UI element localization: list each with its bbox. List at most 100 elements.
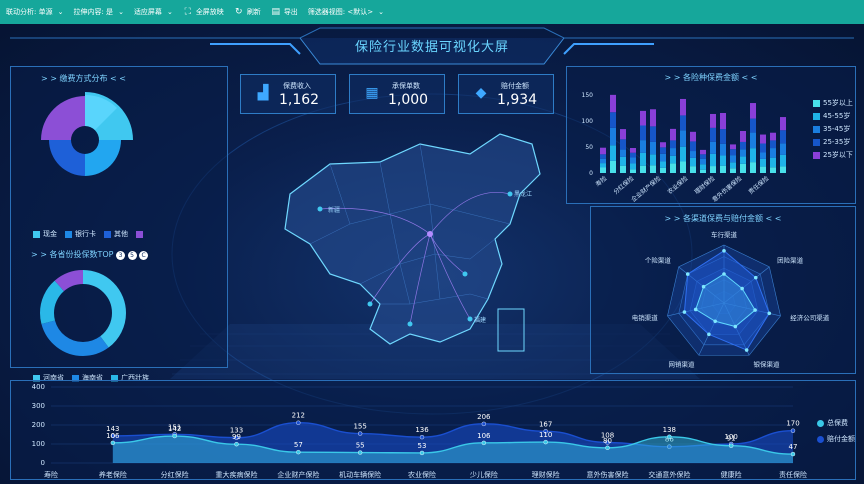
bar-segment: [720, 165, 726, 173]
x-tick-label: 意外伤害保险: [711, 174, 744, 203]
bar-segment: [750, 132, 756, 149]
bar-chart-icon: ▟: [257, 85, 269, 101]
toolbar-export-button[interactable]: ▤ 导出: [271, 7, 298, 17]
data-label: 106: [106, 432, 120, 440]
bar-segment: [710, 113, 716, 128]
data-label: 55: [356, 442, 365, 450]
data-point: [419, 434, 425, 440]
bar-segment: [620, 129, 626, 140]
bar-segment: [610, 127, 616, 146]
legend-item: 45-55岁: [813, 110, 853, 123]
bottom-panel: 0 100 200 300 400 寿险 养老保险 分红保险 重大疾病保险 企业财产保险 机动车辆保…: [10, 380, 856, 480]
bar-segment: [740, 149, 746, 157]
kpi-value: 1,162: [279, 92, 320, 108]
toolbar-refresh-button[interactable]: ↻ 刷新: [234, 7, 261, 17]
x-tick-label: 少儿保险: [470, 470, 498, 479]
bar-segment: [640, 110, 646, 126]
data-label: 170: [786, 420, 799, 428]
radar-point: [767, 311, 772, 316]
bar-segment: [700, 169, 706, 173]
toolbar-linkage-label: 联动分析: 单源: [6, 8, 53, 16]
y-tick-label: 200: [32, 421, 45, 429]
dashboard-stage: 保险行业数据可视化大屏 ▟ 保费收入 1,162 ▦ 承保单数 1,000 ◆ …: [0, 24, 864, 484]
export-icon: ▤: [271, 7, 281, 17]
map-label: 黑龙江: [514, 190, 532, 198]
radar-point: [753, 308, 757, 312]
radar-point: [713, 319, 717, 324]
bar-segment: [680, 146, 686, 162]
rank-badge-2[interactable]: 5: [127, 251, 137, 260]
data-label: 142: [168, 425, 181, 433]
data-point: [790, 451, 796, 457]
toolbar-fit-select[interactable]: 适应屏幕 ⌄: [134, 7, 173, 17]
radar-point: [740, 286, 744, 291]
bar-segment: [610, 94, 616, 113]
bar-segment: [730, 155, 736, 163]
bar-segment: [660, 161, 666, 168]
bar-segment: [770, 167, 776, 173]
y-tick-label: 150: [582, 92, 594, 99]
data-label: 106: [477, 432, 491, 440]
toolbar-stretch-select[interactable]: 拉伸内容: 是 ⌄: [73, 7, 123, 17]
area-legend: 总保费 赔付金额: [817, 415, 855, 447]
y-tick-label: 50: [585, 144, 593, 151]
bar-segment: [750, 162, 756, 173]
y-tick-label: 400: [32, 383, 45, 391]
payment-slice: [85, 140, 121, 176]
x-tick-label: 机动车辆保险: [339, 470, 381, 479]
radar-point: [722, 249, 726, 253]
bar-segment: [740, 130, 746, 142]
x-tick-label: 企业财产保险: [630, 174, 663, 203]
kpi-value: 1,000: [388, 92, 429, 108]
toolbar-linkage-select[interactable]: 联动分析: 单源 ⌄: [6, 7, 63, 17]
bar-segment: [640, 125, 646, 141]
kpi-premium-income: ▟ 保费收入 1,162: [240, 74, 336, 114]
bar-segment: [730, 144, 736, 150]
bar-segment: [680, 98, 686, 116]
rank-badge-1[interactable]: 3: [116, 251, 126, 260]
bar-segment: [710, 127, 716, 142]
toolbar-fullscreen-button[interactable]: ⛶ 全屏放映: [183, 7, 224, 17]
x-tick-label: 责任保险: [779, 470, 807, 479]
toolbar-filter-view-label: 筛选器视图: <默认>: [307, 8, 374, 16]
toolbar-stretch-label: 拉伸内容: 是: [73, 8, 114, 16]
x-tick-label: 分红保险: [612, 174, 636, 196]
insurance-type-panel: > > 各险种保费金额 < < 0 50 100 150 寿险 分红保险 企业财产保险 农业保…: [566, 66, 856, 204]
bar-segment: [630, 163, 636, 170]
bar-segment: [750, 148, 756, 163]
toolbar-filter-view-select[interactable]: 筛选器视图: <默认> ⌄: [308, 7, 384, 17]
bar-segment: [710, 141, 716, 154]
x-tick-label: 分红保险: [161, 470, 189, 479]
bar-segment: [660, 147, 666, 154]
bar-segment: [610, 112, 616, 128]
bar-segment: [680, 161, 686, 173]
bar-segment: [680, 130, 686, 147]
bar-segment: [720, 129, 726, 144]
bar-segment: [600, 147, 606, 155]
legend-item: 其他: [104, 229, 128, 239]
bar-segment: [630, 169, 636, 173]
radar-point: [685, 272, 690, 276]
legend-item: 55岁以上: [813, 97, 853, 110]
rank-badge-3[interactable]: C: [139, 251, 149, 260]
legend-item: 25-35岁: [813, 136, 853, 149]
bar-segment: [600, 154, 606, 159]
bar-segment: [780, 143, 786, 155]
toolbar-fit-label: 适应屏幕: [133, 8, 162, 16]
bar-segment: [750, 118, 756, 133]
data-point: [481, 440, 487, 446]
bar-segment: [630, 157, 636, 164]
bar-segment: [610, 160, 616, 173]
x-tick-label: 理财保险: [693, 174, 717, 196]
radar-point: [682, 310, 687, 314]
bar-segment: [730, 149, 736, 156]
data-point: [357, 431, 363, 436]
data-point: [667, 434, 672, 439]
legend-item: [136, 230, 146, 238]
data-label: 99: [232, 433, 241, 441]
chevron-down-icon: ⌄: [57, 8, 64, 16]
bar-segment: [740, 156, 746, 164]
x-tick-label: 寿险: [44, 470, 58, 479]
bar-segment: [750, 103, 756, 119]
bar-segment: [650, 154, 656, 166]
